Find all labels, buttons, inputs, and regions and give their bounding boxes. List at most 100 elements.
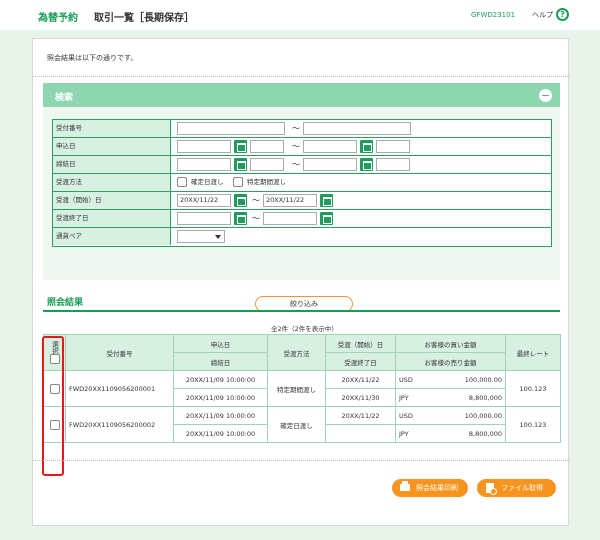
range-separator: ～ [252, 214, 260, 223]
row-contract-date: 締結日 ～ [53, 156, 551, 174]
search-form: 受付番号 ～ 申込日 ～ 締結日 ～ 受渡方法 確定日渡し 特定期間渡し 受渡（… [52, 119, 552, 247]
label-delivery-method: 受渡方法 [53, 174, 171, 191]
result-count: 全2件（2件を表示中） [271, 325, 338, 333]
sell-amount-cell: JPY 8,800,000 [395, 424, 506, 443]
delivery-start-cell: 20XX/11/22 [325, 406, 396, 425]
range-separator: ～ [292, 142, 300, 151]
contract-time-to-input[interactable] [376, 158, 410, 171]
help-icon[interactable]: ? [556, 8, 569, 21]
calendar-icon[interactable] [234, 140, 247, 153]
delivery-start-to-input[interactable]: 20XX/11/22 [263, 194, 317, 207]
header-receipt-no[interactable]: 受付番号 [65, 334, 174, 371]
calendar-icon[interactable] [234, 194, 247, 207]
checkbox-fixed-date[interactable] [177, 177, 187, 187]
calendar-icon[interactable] [234, 212, 247, 225]
row-checkbox[interactable] [49, 419, 60, 430]
divider [33, 76, 570, 77]
calendar-icon[interactable] [360, 140, 373, 153]
contract-date-from-input[interactable] [177, 158, 231, 171]
apply-time-to-input[interactable] [376, 140, 410, 153]
delivery-start-cell: 20XX/11/22 [325, 370, 396, 389]
buy-amount: 100,000.00 [464, 375, 502, 384]
calendar-icon[interactable] [320, 212, 333, 225]
apply-date-cell: 20XX/11/09 10:00:00 [173, 370, 268, 389]
header-select: 選択 [43, 334, 66, 371]
search-title: 検索 [55, 93, 74, 103]
screen-id: GFWD23101 [471, 11, 516, 19]
range-separator: ～ [252, 196, 260, 205]
calendar-icon[interactable] [320, 194, 333, 207]
row-receipt-no: 受付番号 ～ [53, 120, 551, 138]
label-receipt-no: 受付番号 [53, 120, 171, 137]
header-select-label: 選択 [50, 341, 59, 354]
header-sell-amount[interactable]: お客様の売り金額 [395, 352, 506, 371]
delivery-start-from-input[interactable]: 20XX/11/22 [177, 194, 231, 207]
checkbox-period[interactable] [233, 177, 243, 187]
receipt-no-to-input[interactable] [303, 122, 411, 135]
print-results-label: 照会結果印刷 [416, 484, 458, 492]
receipt-no-from-input[interactable] [177, 122, 285, 135]
divider [43, 310, 560, 312]
collapse-icon[interactable] [539, 89, 552, 102]
delivery-end-from-input[interactable] [177, 212, 231, 225]
sell-currency: JPY [399, 393, 409, 402]
header-delivery-method[interactable]: 受渡方法 [267, 334, 326, 371]
app-title: 為替予約 [38, 13, 78, 24]
calendar-icon[interactable] [234, 158, 247, 171]
results-title: 照会結果 [47, 298, 84, 308]
sell-amount-cell: JPY 8,800,000 [395, 388, 506, 407]
label-currency-pair: 通貨ペア [53, 228, 171, 245]
rate-cell: 100.123 [505, 370, 561, 407]
apply-date-from-input[interactable] [177, 140, 231, 153]
header-contract-date[interactable]: 締結日 [173, 352, 268, 371]
buy-amount-cell: USD 100,000.00 [395, 370, 506, 389]
row-checkbox[interactable] [49, 383, 60, 394]
file-download-icon [486, 483, 497, 495]
main-card: 照会結果は以下の通りです。 検索 受付番号 ～ 申込日 ～ 締結日 ～ 受渡方法… [32, 38, 570, 526]
label-delivery-end: 受渡終了日 [53, 210, 171, 227]
printer-icon [400, 481, 410, 491]
select-all-checkbox[interactable] [49, 354, 60, 364]
contract-date-cell: 20XX/11/09 10:00:00 [173, 424, 268, 443]
search-panel-header[interactable]: 検索 [43, 83, 560, 107]
buy-amount: 100,000.00 [464, 411, 502, 420]
buy-currency: USD [399, 411, 413, 420]
get-file-button[interactable]: ファイル取得 [477, 479, 556, 497]
delivery-method-cell: 特定期間渡し [267, 370, 326, 407]
header-delivery-end[interactable]: 受渡終了日 [325, 352, 396, 371]
page-title: 取引一覧［長期保存］ [94, 13, 194, 24]
receipt-no-cell: FWD20XX1109056200001 [65, 370, 174, 407]
help-link[interactable]: ヘルプ [532, 10, 553, 20]
apply-date-to-input[interactable] [303, 140, 357, 153]
option-period: 特定期間渡し [247, 178, 286, 186]
buy-currency: USD [399, 375, 413, 384]
sell-amount: 8,800,000 [468, 429, 502, 438]
header-delivery-start[interactable]: 受渡（開始）日 [325, 334, 396, 353]
range-separator: ～ [292, 160, 300, 169]
header-rate[interactable]: 最終レート [505, 334, 561, 371]
header-buy-amount[interactable]: お客様の買い金額 [395, 334, 506, 353]
table-row: FWD20XX1109056200001 20XX/11/09 10:00:00… [43, 370, 561, 407]
contract-time-from-input[interactable] [250, 158, 284, 171]
get-file-label: ファイル取得 [501, 484, 543, 492]
contract-date-to-input[interactable] [303, 158, 357, 171]
row-apply-date: 申込日 ～ [53, 138, 551, 156]
option-fixed-date: 確定日渡し [191, 178, 224, 186]
results-table: 選択 受付番号 申込日 受渡方法 受渡（開始）日 お客様の買い金額 最終レート … [43, 334, 561, 443]
label-contract-date: 締結日 [53, 156, 171, 173]
sell-currency: JPY [399, 429, 409, 438]
delivery-end-cell [325, 424, 396, 443]
range-separator: ～ [292, 124, 300, 133]
currency-pair-select[interactable] [177, 230, 225, 243]
header-bar: 為替予約 取引一覧［長期保存］ GFWD23101 ヘルプ ? [0, 0, 600, 30]
search-panel: 検索 受付番号 ～ 申込日 ～ 締結日 ～ 受渡方法 確定日渡し 特定期間渡し … [43, 83, 560, 312]
divider [33, 460, 570, 461]
delivery-end-to-input[interactable] [263, 212, 317, 225]
apply-time-from-input[interactable] [250, 140, 284, 153]
rate-cell: 100.123 [505, 406, 561, 443]
header-apply-date[interactable]: 申込日 [173, 334, 268, 353]
row-select-cell [43, 370, 66, 407]
table-row: FWD20XX1109056200002 20XX/11/09 10:00:00… [43, 406, 561, 443]
calendar-icon[interactable] [360, 158, 373, 171]
print-results-button[interactable]: 照会結果印刷 [392, 479, 468, 497]
